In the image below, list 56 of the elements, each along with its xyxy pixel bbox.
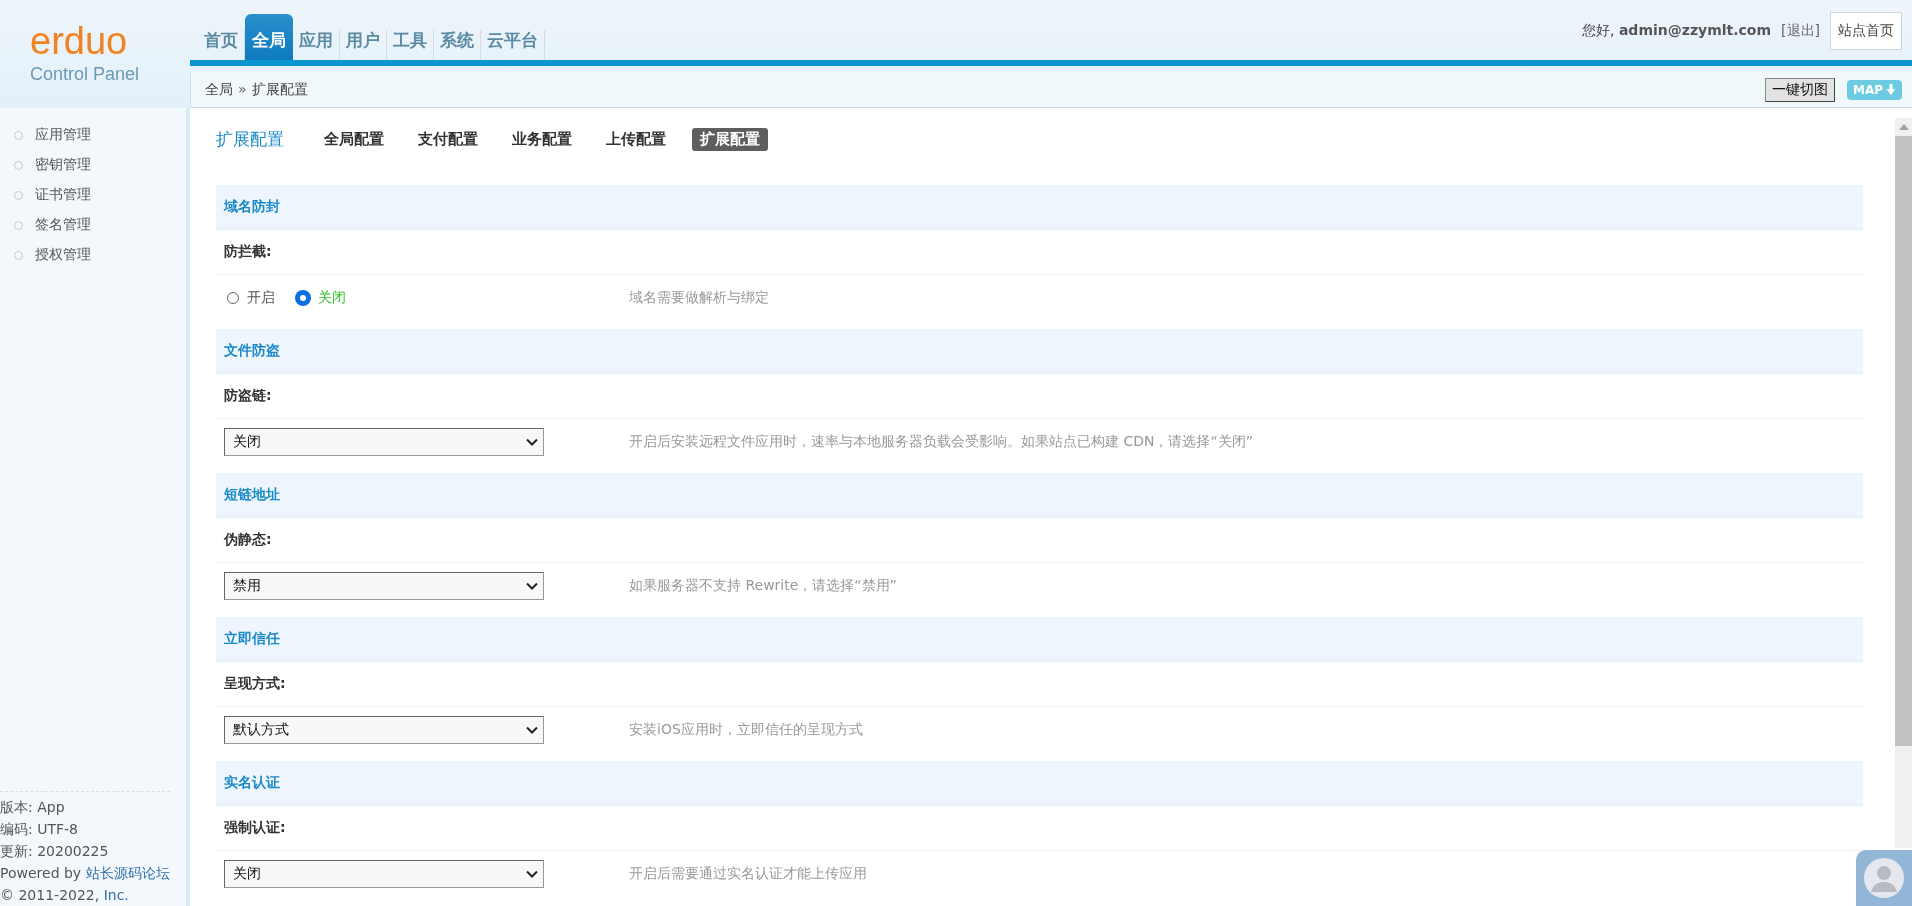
version-text: 版本: App [0,798,66,817]
config-tab[interactable]: 全局配置 [316,127,392,151]
powered-text: Powered by [0,865,82,881]
sidebar-item[interactable]: 密钥管理 [14,150,186,180]
logo-text: erduo [30,22,129,60]
dropdown-select[interactable]: 关闭 [224,427,544,456]
page-title: 扩展配置 [216,127,284,151]
forum-link[interactable]: 站长源码论坛 [85,865,170,881]
inc-link[interactable]: Inc. [103,887,129,903]
copyright-text: © 2011-2022, [0,887,100,903]
sidebar-item[interactable]: 授权管理 [14,240,186,270]
section-title: 立即信任 [224,630,280,648]
dropdown-select[interactable]: 禁用 [224,571,544,600]
nav-tab[interactable]: 全局 [245,14,293,60]
logo-subtitle: Control Panel [30,64,141,85]
breadcrumb-link[interactable]: 全局 [205,80,233,99]
scrollbar[interactable] [1895,118,1912,848]
field-hint: 开启后需要通过实名认证才能上传应用 [629,864,867,883]
field-label: 伪静态: [224,531,272,549]
sidebar-item[interactable]: 证书管理 [14,180,186,210]
breadcrumb-separator: » [238,80,247,99]
section-title: 域名防封 [224,198,280,216]
greeting-text: 您好, admin@zzymlt.com [1582,22,1772,40]
config-tab[interactable]: 支付配置 [410,127,486,151]
chevron-down-icon [526,581,538,590]
sidebar-item[interactable]: 签名管理 [14,210,186,240]
update-text: 更新: 20200225 [0,842,110,861]
field-hint: 安装iOS应用时，立即信任的呈现方式 [629,720,863,739]
logout-link[interactable]: [退出] [1781,22,1820,40]
chevron-down-icon [526,437,538,446]
config-tab[interactable]: 业务配置 [504,127,580,151]
field-hint: 如果服务器不支持 Rewrite，请选择“禁用” [629,576,897,595]
section-title: 文件防盗 [224,342,280,360]
field-hint: 域名需要做解析与绑定 [629,288,769,307]
field-label: 强制认证: [224,819,286,837]
down-arrow-icon [1886,84,1896,95]
cut-image-button[interactable]: 一键切图 [1764,77,1835,102]
field-label: 呈现方式: [224,675,286,693]
chevron-down-icon [526,869,538,878]
breadcrumb-link[interactable]: 扩展配置 [251,80,308,99]
field-label: 防拦截: [224,243,272,261]
scroll-up-arrow-icon[interactable] [1898,124,1909,130]
chevron-down-icon [526,725,538,734]
section-title: 短链地址 [224,486,280,504]
field-label: 防盗链: [224,387,272,405]
sidebar-item[interactable]: 应用管理 [14,120,186,150]
field-hint: 开启后安装远程文件应用时，速率与本地服务器负载会受影响。如果站点已构建 CDN，请选择“关闭” [629,432,1253,451]
section-title: 实名认证 [224,774,280,792]
radio-option[interactable]: 开启 [227,288,275,307]
config-tab[interactable]: 扩展配置 [692,127,768,151]
dropdown-select[interactable]: 关闭 [224,859,544,888]
encoding-text: 编码: UTF-8 [0,820,79,839]
config-tab[interactable]: 上传配置 [598,127,674,151]
user-avatar-button[interactable] [1856,850,1912,906]
dropdown-select[interactable]: 默认方式 [224,715,544,744]
site-home-button[interactable]: 站点首页 [1830,12,1902,50]
